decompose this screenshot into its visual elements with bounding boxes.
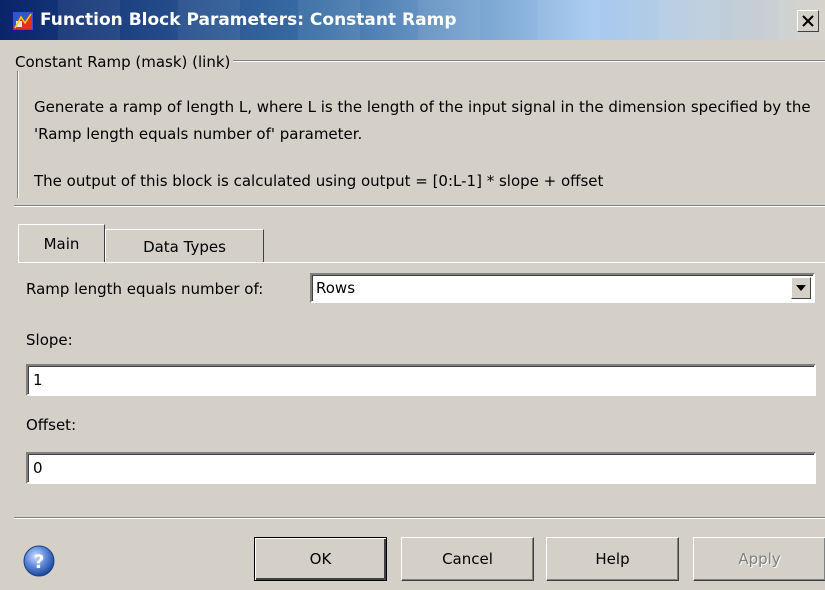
simulink-block-icon	[12, 11, 34, 31]
separator	[14, 205, 825, 207]
svg-text:?: ?	[33, 551, 44, 573]
dropdown-arrow-button[interactable]	[791, 277, 811, 299]
cancel-button[interactable]: Cancel	[401, 537, 534, 581]
tab-main[interactable]: Main	[18, 224, 105, 262]
tab-data-types[interactable]: Data Types	[105, 229, 264, 263]
function-block-parameters-dialog: Function Block Parameters: Constant Ramp…	[0, 0, 825, 590]
mask-groupbox-left-edge	[17, 60, 19, 198]
question-mark-icon[interactable]: ?	[23, 545, 55, 577]
help-button[interactable]: Help	[546, 537, 679, 581]
chevron-down-icon	[796, 285, 806, 291]
offset-label: Offset:	[26, 416, 77, 434]
ok-button[interactable]: OK	[254, 537, 387, 581]
apply-button[interactable]: Apply	[693, 537, 825, 581]
ramp-length-select[interactable]: Rows	[310, 273, 815, 303]
slope-label: Slope:	[26, 331, 73, 349]
mask-description-text: Generate a ramp of length L, where L is …	[34, 98, 811, 143]
window-title: Function Block Parameters: Constant Ramp	[40, 10, 457, 30]
close-icon	[802, 15, 814, 27]
bottom-separator	[14, 517, 825, 519]
ramp-length-label: Ramp length equals number of:	[26, 280, 264, 298]
close-button[interactable]	[797, 10, 819, 32]
mask-groupbox-legend: Constant Ramp (mask) (link)	[12, 53, 234, 71]
slope-input[interactable]: 1	[26, 364, 816, 396]
ramp-length-selected-value: Rows	[316, 279, 356, 297]
offset-input[interactable]: 0	[26, 452, 816, 484]
title-bar[interactable]: Function Block Parameters: Constant Ramp	[0, 0, 825, 40]
mask-output-formula-text: The output of this block is calculated u…	[34, 172, 604, 190]
